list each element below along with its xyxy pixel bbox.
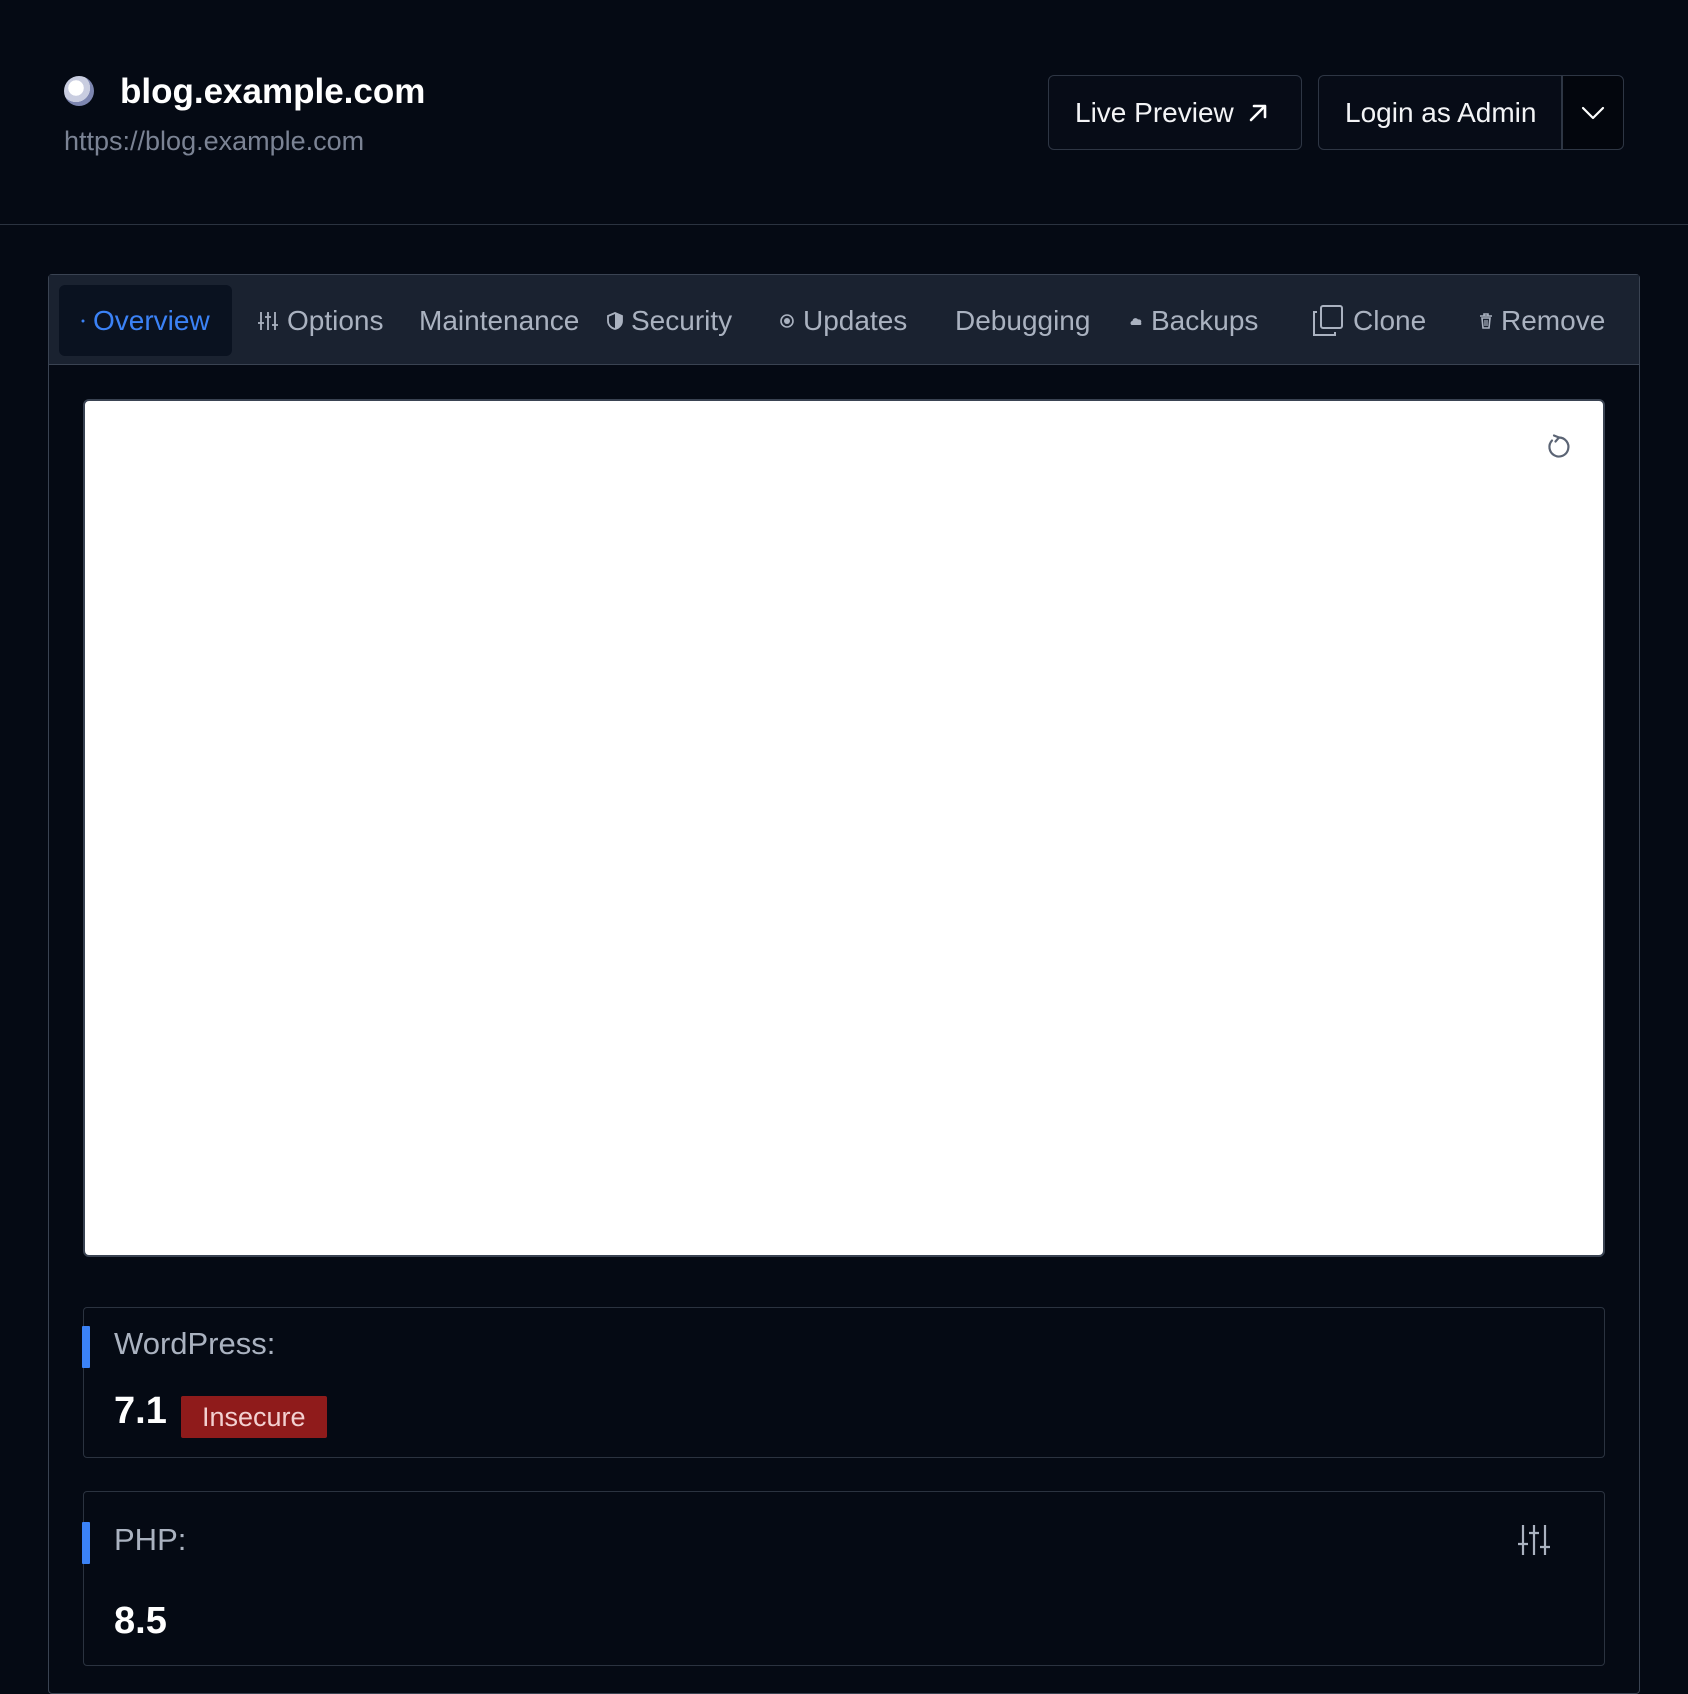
chevron-down-icon: [1581, 106, 1605, 119]
tab-maintenance[interactable]: Maintenance: [419, 285, 579, 356]
tab-label: Clone: [1353, 304, 1427, 336]
status-badge: Insecure: [181, 1396, 327, 1438]
login-options-dropdown[interactable]: [1562, 75, 1624, 150]
tab-label: Options: [287, 304, 384, 336]
dot-icon: [81, 319, 85, 323]
tab-label: Updates: [803, 304, 908, 336]
trash-icon: [1479, 312, 1493, 329]
reload-icon[interactable]: [1545, 433, 1573, 461]
tab-label: Debugging: [955, 304, 1091, 336]
site-header: blog.example.com https://blog.example.co…: [0, 0, 1688, 225]
site-url[interactable]: https://blog.example.com: [64, 126, 364, 157]
live-preview-label: Live Preview: [1075, 96, 1234, 128]
tab-label: Security: [631, 304, 733, 336]
tab-updates[interactable]: Updates: [779, 285, 907, 356]
globe-icon: [64, 76, 94, 106]
copy-icon: [1311, 304, 1345, 338]
accent-bar: [82, 1522, 90, 1564]
tab-remove[interactable]: Remove: [1479, 285, 1605, 356]
tab-label: Maintenance: [419, 304, 580, 336]
site-preview-frame[interactable]: [83, 399, 1605, 1257]
tab-debugging[interactable]: Debugging: [955, 285, 1090, 356]
php-label: PHP:: [114, 1522, 187, 1557]
tab-overview[interactable]: Overview: [59, 285, 232, 356]
shield-icon: [607, 311, 623, 330]
tab-label: Overview: [93, 304, 210, 336]
cloud-icon: [1129, 315, 1143, 327]
wordpress-version: 7.1: [114, 1390, 167, 1432]
login-as-admin-button[interactable]: Login as Admin: [1318, 75, 1562, 150]
external-link-icon: [1249, 104, 1267, 121]
login-label: Login as Admin: [1345, 96, 1537, 128]
tab-backups[interactable]: Backups: [1129, 285, 1258, 356]
php-settings-sliders-icon[interactable]: [1516, 1522, 1552, 1558]
tab-security[interactable]: Security: [607, 285, 732, 356]
tab-label: Backups: [1151, 304, 1259, 336]
php-version: 8.5: [114, 1600, 167, 1642]
tab-label: Remove: [1501, 304, 1606, 336]
php-version-card: PHP: 8.5: [82, 1491, 1605, 1666]
site-panel: Overview Options Maintenance Security Up…: [48, 274, 1640, 1694]
wordpress-label: WordPress:: [114, 1326, 276, 1361]
tab-bar: Overview Options Maintenance Security Up…: [49, 275, 1639, 365]
update-icon: [779, 313, 795, 329]
live-preview-button[interactable]: Live Preview: [1048, 75, 1302, 150]
tab-clone[interactable]: Clone: [1311, 285, 1426, 356]
tab-options[interactable]: Options: [257, 285, 384, 356]
wordpress-version-card: WordPress: 7.1 Insecure: [82, 1307, 1605, 1458]
accent-bar: [82, 1326, 90, 1368]
sliders-icon: [257, 310, 279, 332]
site-title: blog.example.com: [120, 72, 426, 111]
